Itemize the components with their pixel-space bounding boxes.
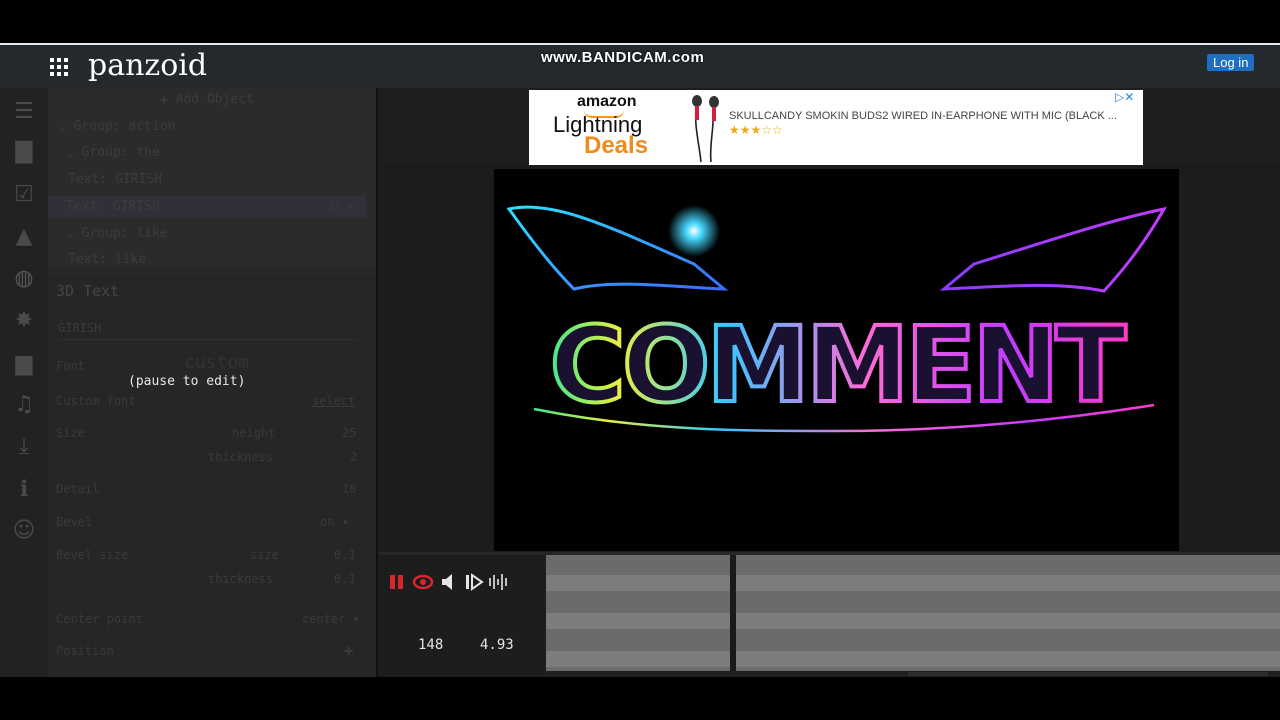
playback-controls: 148 4.93 xyxy=(378,555,546,677)
pause-icon[interactable] xyxy=(388,573,406,591)
position-label: Position xyxy=(56,644,114,658)
ad-brand: amazon xyxy=(577,93,637,110)
menu-icon[interactable]: ☰ xyxy=(12,100,36,124)
bevel-thickness-value[interactable]: 0.1 xyxy=(334,572,356,586)
frame-counter: 148 xyxy=(418,637,444,653)
height-label: height xyxy=(232,426,276,440)
tree-item-label: Group: action xyxy=(73,119,176,134)
download-icon[interactable]: ⤓ xyxy=(12,435,36,459)
bevel-size-value[interactable]: 0.1 xyxy=(334,548,356,562)
right-wing xyxy=(939,206,1167,293)
recorder-watermark: www.BANDICAM.com xyxy=(541,49,705,66)
folder-icon[interactable]: ▇ xyxy=(12,140,36,164)
tree-item[interactable]: ⌄ Group: like xyxy=(66,223,168,245)
image-icon[interactable]: ▲ xyxy=(12,225,36,249)
time-counter: 4.93 xyxy=(480,637,514,653)
ad-line2: Deals xyxy=(584,132,649,159)
section-title: 3D Text xyxy=(56,282,120,300)
text-value-input[interactable]: GIRISH xyxy=(58,321,358,340)
waveform-icon[interactable] xyxy=(488,572,510,592)
info-icon[interactable]: ℹ xyxy=(12,478,36,502)
top-header: panzoid www.BANDICAM.com Log in xyxy=(0,43,1280,88)
step-forward-icon[interactable] xyxy=(464,572,484,592)
object-tree: ✚ Add Object ⌄ Group: action ⌄ Group: th… xyxy=(48,88,376,267)
camera-icon[interactable]: ▆ xyxy=(12,352,36,376)
tree-item[interactable]: ⌄ Group: the xyxy=(66,142,160,164)
letterbox-bottom xyxy=(0,677,1280,720)
size-label: Size xyxy=(56,426,85,440)
close-icon[interactable]: ✕ xyxy=(346,196,354,218)
ad-choices-close-icon[interactable]: ▷✕ xyxy=(1115,90,1134,104)
properties-panel: 3D Text GIRISH Font custom Custom font s… xyxy=(48,276,376,677)
center-point-value: center xyxy=(302,612,346,626)
left-icon-bar: ☰ ▇ ☑ ▲ ◍ ✸ ▆ ♫ ⤓ ℹ ☺ xyxy=(0,88,48,677)
tree-item-label: Group: like xyxy=(81,226,168,241)
bevel-thickness-label: thickness xyxy=(208,572,274,586)
tree-item-selected[interactable]: Text: GIRISH ⧉ ✕ xyxy=(48,196,366,218)
thickness-label: thickness xyxy=(208,450,274,464)
ad-banner[interactable]: amazon Lightning Deals SKULLCANDY SMOKIN… xyxy=(529,90,1143,165)
center-point-select[interactable]: center ▾ xyxy=(302,612,360,626)
login-button[interactable]: Log in xyxy=(1207,54,1255,71)
custom-font-label: Custom font xyxy=(56,394,136,408)
object-sidebar: ✚ Add Object ⌄ Group: action ⌄ Group: th… xyxy=(48,88,376,677)
add-position-icon[interactable]: ✚ xyxy=(344,640,354,659)
height-value[interactable]: 25 xyxy=(342,426,356,440)
earphones-image xyxy=(692,95,719,163)
center-point-label: Center point xyxy=(56,612,143,626)
light-flare xyxy=(668,205,720,257)
preview-render: COMMENT xyxy=(506,205,1167,433)
bevel-size-sub-label: size xyxy=(250,548,279,562)
thickness-value[interactable]: 2 xyxy=(350,450,357,464)
eye-icon[interactable] xyxy=(412,572,434,592)
timeline-layer[interactable] xyxy=(546,613,1280,629)
volume-icon[interactable] xyxy=(440,572,458,592)
timeline-playhead[interactable] xyxy=(730,555,736,671)
burst-icon[interactable]: ✸ xyxy=(12,309,36,333)
tree-item[interactable]: ⌄ Group: action xyxy=(58,116,175,138)
comment-text: COMMENT xyxy=(550,304,1127,426)
detail-value[interactable]: 10 xyxy=(342,482,356,496)
letterbox-top xyxy=(0,0,1280,43)
tree-item-label: Text: GIRISH xyxy=(68,172,162,187)
add-object-label: Add Object xyxy=(175,92,254,107)
detail-label: Detail xyxy=(56,482,100,496)
music-icon[interactable]: ♫ xyxy=(12,393,36,417)
tree-item-label: Text: GIRISH xyxy=(66,199,160,214)
logo[interactable]: panzoid xyxy=(88,48,207,83)
bevel-size-label: Bevel size xyxy=(56,548,129,562)
tree-item[interactable]: Text: like xyxy=(68,249,146,271)
ad-product-text[interactable]: SKULLCANDY SMOKIN BUDS2 WIRED IN-EARPHON… xyxy=(729,110,1117,122)
pause-to-edit-message: (pause to edit) xyxy=(128,374,246,389)
chevron-down-icon: ▾ xyxy=(341,515,349,529)
preview-viewport[interactable]: COMMENT xyxy=(494,169,1179,551)
custom-font-select[interactable]: select xyxy=(312,394,355,408)
tree-item-label: Group: the xyxy=(81,145,160,160)
timeline-layer[interactable] xyxy=(546,575,1280,591)
copy-icon[interactable]: ⧉ xyxy=(330,196,339,218)
bevel-select[interactable]: on ▾ xyxy=(320,515,349,529)
tree-item[interactable]: Text: GIRISH xyxy=(68,169,162,191)
checkbox-icon[interactable]: ☑ xyxy=(12,183,36,207)
ad-rating: ★★★☆☆ xyxy=(729,123,783,137)
add-object-button[interactable]: ✚ Add Object xyxy=(160,92,254,107)
bevel-value: on xyxy=(320,515,335,529)
smiley-icon[interactable]: ☺ xyxy=(12,519,36,543)
bevel-label: Bevel xyxy=(56,515,93,529)
font-label: Font xyxy=(56,359,85,373)
chevron-down-icon: ▾ xyxy=(352,612,360,626)
apps-grid-icon[interactable] xyxy=(50,58,68,76)
font-value[interactable]: custom xyxy=(184,352,249,373)
tree-item-label: Text: like xyxy=(68,252,147,267)
sphere-icon[interactable]: ◍ xyxy=(12,267,36,291)
timeline-track[interactable] xyxy=(546,555,1280,677)
timeline-layer[interactable] xyxy=(546,651,1280,667)
scrollbar-thumb[interactable] xyxy=(908,672,1268,676)
